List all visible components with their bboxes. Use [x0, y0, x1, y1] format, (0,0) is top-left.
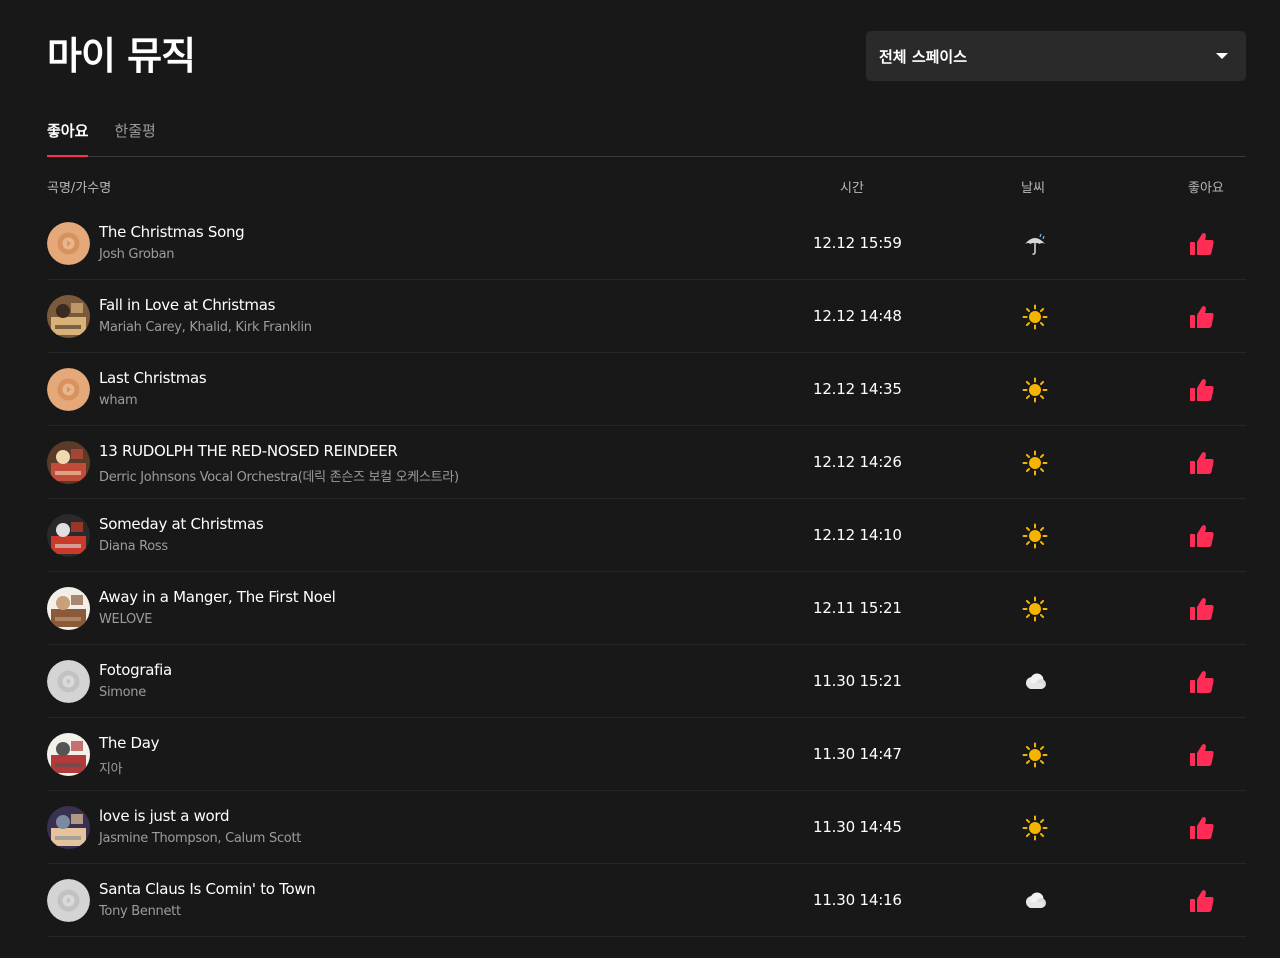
song-row[interactable]: The Christmas Song Josh Groban 12.12 15:59	[47, 207, 1246, 280]
liked-time: 12.12 15:59	[813, 234, 902, 252]
song-row[interactable]: love is just a word Jasmine Thompson, Cal…	[47, 791, 1246, 864]
thumbs-up-icon[interactable]	[1188, 304, 1216, 330]
album-cover[interactable]	[47, 514, 90, 557]
song-artist[interactable]: Diana Ross	[99, 539, 168, 554]
liked-time: 12.12 14:35	[813, 380, 902, 398]
song-title[interactable]: Fall in Love at Christmas	[99, 296, 275, 314]
song-artist[interactable]: WELOVE	[99, 612, 152, 627]
thumbs-up-icon[interactable]	[1188, 523, 1216, 549]
liked-time: 11.30 14:16	[813, 891, 902, 909]
cloud-icon	[1022, 669, 1048, 695]
song-artist[interactable]: wham	[99, 393, 138, 408]
column-header-like: 좋아요	[1188, 181, 1224, 196]
liked-time: 12.12 14:10	[813, 526, 902, 544]
sun-icon	[1022, 304, 1048, 330]
song-row[interactable]: Last Christmas wham 12.12 14:35	[47, 353, 1246, 426]
space-select-dropdown[interactable]: 전체 스페이스	[866, 31, 1246, 81]
cloud-icon	[1022, 888, 1048, 914]
song-title[interactable]: Someday at Christmas	[99, 515, 264, 533]
song-row[interactable]: Santa Claus Is Comin' to Town Tony Bennet…	[47, 864, 1246, 937]
song-row[interactable]: Someday at Christmas Diana Ross 12.12 14:1…	[47, 499, 1246, 572]
song-title[interactable]: Fotografia	[99, 661, 172, 679]
thumbs-up-icon[interactable]	[1188, 596, 1216, 622]
album-cover[interactable]	[47, 441, 90, 484]
thumbs-up-icon[interactable]	[1188, 377, 1216, 403]
umbrella-rain-icon	[1022, 231, 1048, 257]
page-title: 마이 뮤직	[47, 34, 196, 78]
sun-icon	[1022, 377, 1048, 403]
sun-icon	[1022, 450, 1048, 476]
song-artist[interactable]: Josh Groban	[99, 247, 174, 262]
chevron-down-icon	[1216, 53, 1228, 59]
table-header: 곡명/가수명 시간 날씨 좋아요	[47, 171, 1246, 201]
tab-reviews[interactable]: 한줄평	[114, 116, 155, 156]
default-disc-icon[interactable]	[47, 368, 90, 411]
song-title[interactable]: Away in a Manger, The First Noel	[99, 588, 336, 606]
song-title[interactable]: The Day	[99, 734, 159, 752]
sun-icon	[1022, 815, 1048, 841]
song-artist[interactable]: Simone	[99, 685, 146, 700]
song-title[interactable]: Last Christmas	[99, 369, 207, 387]
thumbs-up-icon[interactable]	[1188, 669, 1216, 695]
album-cover[interactable]	[47, 587, 90, 630]
column-header-weather: 날씨	[1021, 181, 1045, 196]
song-row[interactable]: Fall in Love at Christmas Mariah Carey, K…	[47, 280, 1246, 353]
tab-likes[interactable]: 좋아요	[47, 116, 89, 157]
thumbs-up-icon[interactable]	[1188, 450, 1216, 476]
liked-time: 11.30 14:45	[813, 818, 902, 836]
thumbs-up-icon[interactable]	[1188, 742, 1216, 768]
default-disc-icon[interactable]	[47, 879, 90, 922]
default-disc-icon[interactable]	[47, 660, 90, 703]
liked-time: 11.30 14:47	[813, 745, 902, 763]
song-row[interactable]: Fotografia Simone 11.30 15:21	[47, 645, 1246, 718]
song-row[interactable]: 13 RUDOLPH THE RED-NOSED REINDEER Derric …	[47, 426, 1246, 499]
thumbs-up-icon[interactable]	[1188, 231, 1216, 257]
my-music-page: 마이 뮤직 전체 스페이스 좋아요 한줄평 곡명/가수명 시간 날씨 좋아요 T…	[0, 0, 1280, 958]
song-artist[interactable]: Tony Bennett	[99, 904, 181, 919]
thumbs-up-icon[interactable]	[1188, 815, 1216, 841]
liked-time: 12.11 15:21	[813, 599, 902, 617]
album-cover[interactable]	[47, 806, 90, 849]
liked-song-list: The Christmas Song Josh Groban 12.12 15:59…	[47, 207, 1246, 937]
song-artist[interactable]: 지아	[99, 758, 123, 777]
song-artist[interactable]: Jasmine Thompson, Calum Scott	[99, 831, 301, 846]
space-select-value: 전체 스페이스	[879, 47, 968, 66]
sun-icon	[1022, 523, 1048, 549]
song-row[interactable]: Away in a Manger, The First Noel WELOVE 12…	[47, 572, 1246, 645]
song-title[interactable]: love is just a word	[99, 807, 230, 825]
liked-time: 12.12 14:26	[813, 453, 902, 471]
album-cover[interactable]	[47, 295, 90, 338]
song-artist[interactable]: Mariah Carey, Khalid, Kirk Franklin	[99, 320, 312, 335]
song-title[interactable]: The Christmas Song	[99, 223, 245, 241]
tab-bar: 좋아요 한줄평	[47, 116, 1246, 157]
column-header-time: 시간	[840, 181, 864, 196]
liked-time: 12.12 14:48	[813, 307, 902, 325]
sun-icon	[1022, 742, 1048, 768]
album-cover[interactable]	[47, 733, 90, 776]
liked-time: 11.30 15:21	[813, 672, 902, 690]
song-title[interactable]: 13 RUDOLPH THE RED-NOSED REINDEER	[99, 442, 398, 460]
song-row[interactable]: The Day 지아 11.30 14:47	[47, 718, 1246, 791]
song-artist[interactable]: Derric Johnsons Vocal Orchestra(데릭 존슨즈 보…	[99, 466, 459, 485]
song-title[interactable]: Santa Claus Is Comin' to Town	[99, 880, 316, 898]
column-header-song: 곡명/가수명	[47, 181, 112, 196]
thumbs-up-icon[interactable]	[1188, 888, 1216, 914]
default-disc-icon[interactable]	[47, 222, 90, 265]
sun-icon	[1022, 596, 1048, 622]
